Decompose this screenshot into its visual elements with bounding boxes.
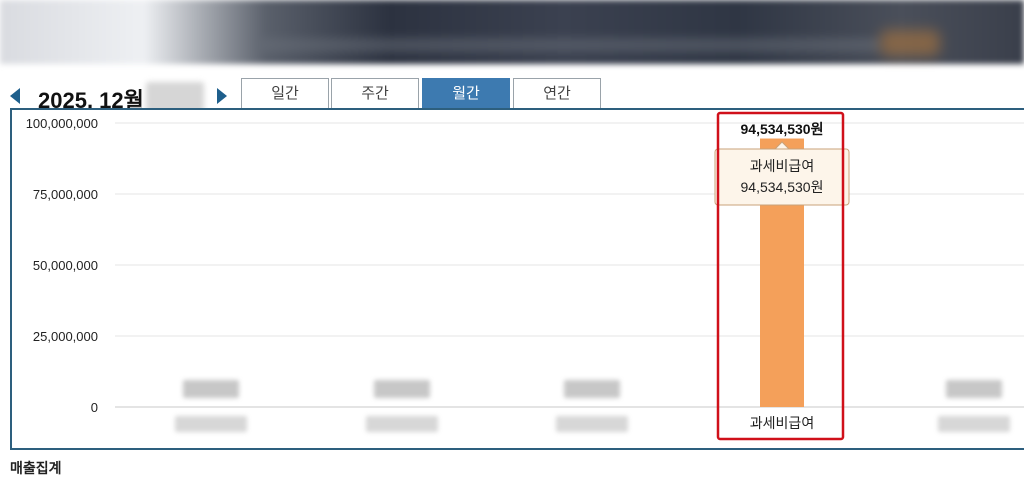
blurred-category-label <box>946 380 1002 398</box>
y-tick-label: 100,000,000 <box>26 116 98 131</box>
bar-chart: 0 25,000,000 50,000,000 75,000,000 100,000,0… <box>26 111 1024 441</box>
blurred-category-label <box>374 380 430 398</box>
blurred-category-label <box>564 380 620 398</box>
blurred-accent <box>880 30 940 56</box>
blurred-category-label <box>175 416 247 432</box>
y-tick-label: 75,000,000 <box>33 187 98 202</box>
y-tick-label: 0 <box>91 400 98 415</box>
blurred-category-label <box>938 416 1010 432</box>
data-label: 94,534,530원 <box>741 121 824 137</box>
chart-panel: 0 25,000,000 50,000,000 75,000,000 100,000,0… <box>10 108 1024 450</box>
blurred-category-label <box>366 416 438 432</box>
caret-right-icon[interactable] <box>217 88 227 104</box>
tab-monthly[interactable]: 월간 <box>422 78 510 108</box>
tooltip-title: 과세비급여 <box>750 158 814 174</box>
x-tick-label: 과세비급여 <box>750 415 814 431</box>
section-title: 매출집계 <box>10 460 62 476</box>
tab-weekly[interactable]: 주간 <box>331 78 419 108</box>
y-tick-label: 25,000,000 <box>33 329 98 344</box>
blurred-category-label <box>556 416 628 432</box>
blurred-stripe <box>260 38 880 52</box>
blurred-category-label <box>183 380 239 398</box>
tab-yearly[interactable]: 연간 <box>513 78 601 108</box>
tooltip-value: 94,534,530원 <box>741 179 824 195</box>
y-tick-label: 50,000,000 <box>33 258 98 273</box>
blurred-header-banner <box>0 0 1024 64</box>
caret-left-icon[interactable] <box>10 88 20 104</box>
tab-daily[interactable]: 일간 <box>241 78 329 108</box>
